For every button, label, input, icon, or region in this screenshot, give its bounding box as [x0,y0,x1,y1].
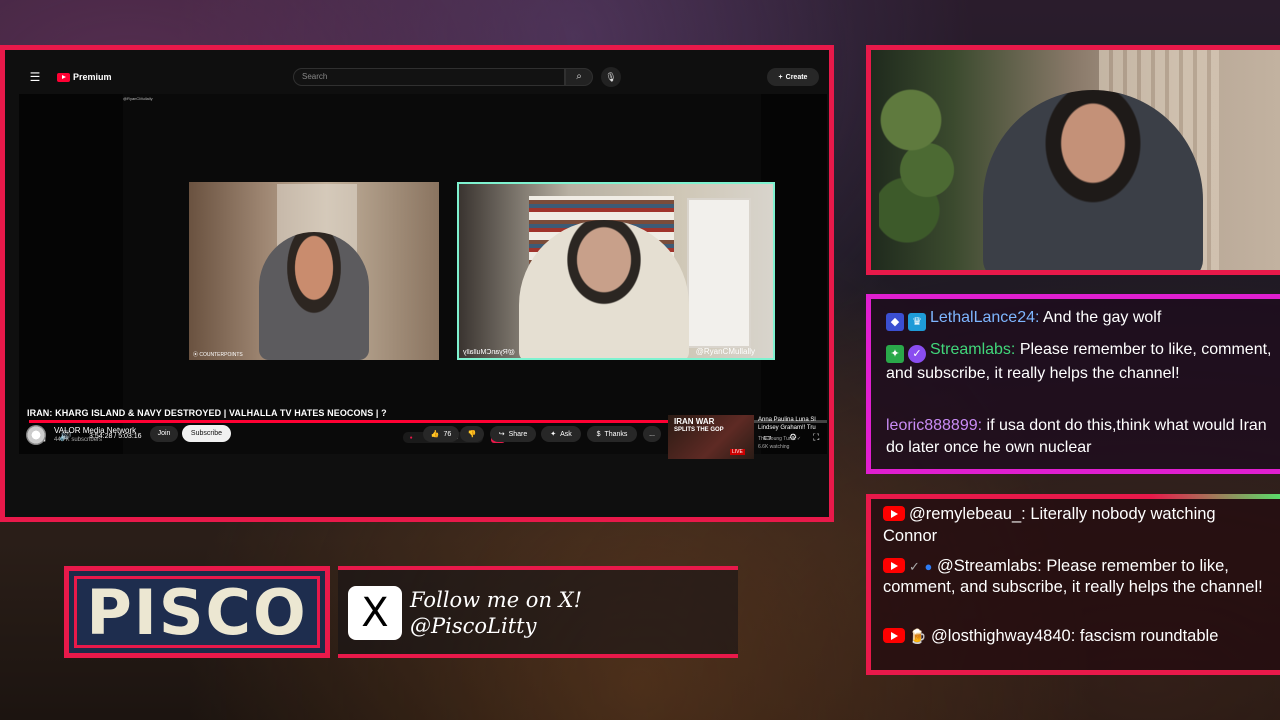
youtube-logo[interactable]: Premium [57,72,112,82]
subscriber-count: 44.7K subscribers [54,437,103,443]
checkmark-icon: ✓ [909,559,920,574]
nameplate-inner: PISCO [74,575,320,649]
chat-username: Streamlabs: [930,341,1016,358]
youtube-play-icon [57,72,70,82]
more-icon: ... [649,430,655,438]
microphone-icon[interactable]: 🎙 [601,67,621,87]
recommended-watching: 6.6K watching [758,444,790,450]
search-input[interactable]: Search [293,68,565,86]
plant [879,60,959,260]
share-button[interactable]: ↪ Share [490,426,536,442]
chat-username: leoric888899: [886,417,983,434]
recommended-title[interactable]: Anna Paulina Luna Sl Lindsey Graham!! Tr… [758,416,828,432]
recommended-channel: The Young Turks ✓ [758,436,802,442]
chat-message: 🍺 @losthighway4840: fascism roundtable [883,625,1273,647]
like-count: 76 [443,430,452,438]
chat-text: fascism roundtable [1079,627,1219,645]
more-actions-button[interactable]: ... [643,426,661,442]
create-button[interactable]: + Create [767,68,819,86]
recommended-title-line1: Anna Paulina Luna Sl [758,417,816,423]
ask-label: Ask [560,430,572,438]
thanks-label: Thanks [604,430,628,438]
thumbs-up-icon: 👍 [430,431,440,438]
verified-badge-icon: ✓ [908,345,926,363]
channel-name[interactable]: VALOR Media Network [54,426,136,435]
chat-message: @remylebeau_: Literally nobody watching … [883,503,1273,547]
channel-avatar[interactable] [26,425,46,445]
door [687,198,751,348]
sword-badge-icon: ✦ [886,345,904,363]
recommended-thumbnail[interactable]: IRAN WAR SPLITS THE GOP LIVE [668,415,754,459]
thumbnail-text: IRAN WAR SPLITS THE GOP [674,417,724,435]
dislike-button[interactable]: 👎 [460,426,484,442]
youtube-top-bar: ☰ Premium Search ⌕ 🎙 + Create [19,60,827,94]
thumbs-down-icon: 👎 [467,431,477,438]
social-handle: @PiscoLitty [410,614,537,638]
youtube-icon [883,558,905,573]
chat-message: ✓ ● @Streamlabs: Please remember to like… [883,556,1273,598]
streamer-nameplate: PISCO [64,566,330,658]
crown-badge-icon: ♛ [908,313,926,331]
chat-text: And the gay wolf [1043,309,1162,326]
emote-icon: 🍺 [909,628,927,644]
record-dot-icon: ● [409,434,413,441]
thumbnail-text-line1: IRAN WAR [674,417,715,426]
search-icon[interactable]: ⌕ [565,68,593,86]
plus-icon: + [778,73,783,81]
chat-username: @losthighway4840: [931,627,1076,645]
guest-camera-right: @RyanCMullally @RyanCMullally [457,182,775,360]
cam-right-mirror-caption: @RyanCMullally [463,349,515,356]
chat-username: @remylebeau_: [909,505,1026,523]
chat-message: leoric888899: if usa dont do this,think … [886,415,1276,459]
cam-right-caption: @RyanCMullally [695,347,755,356]
follow-text: Follow me on X! [410,588,583,612]
thanks-icon: $ [596,430,601,438]
blue-dot-icon: ● [924,559,933,574]
youtube-icon [883,628,905,643]
join-button[interactable]: Join [150,426,178,442]
subscribe-button[interactable]: Subscribe [182,425,231,442]
chat-message: ◆ ♛ LethalLance24: And the gay wolf [886,307,1276,331]
video-title: IRAN: KHARG ISLAND & NAVY DESTROYED | VA… [27,408,387,418]
guest-left [259,232,369,360]
streamer-webcam [866,45,1280,275]
chat-message: ✦ ✓ Streamlabs: Please remember to like, c… [886,339,1276,385]
social-follow-bar: X Follow me on X! @PiscoLitty [338,566,738,658]
recommended-meta: The Young Turks ✓ 6.6K watching [758,435,801,451]
guest-camera-left: ⦿ COUNTERPOINTS [189,182,439,360]
recommended-title-line2: Lindsey Graham!! Tru [758,425,816,431]
streamer-name: PISCO [86,575,308,649]
wolf-badge-icon: ◆ [886,313,904,331]
chat-box-top: ◆ ♛ LethalLance24: And the gay wolf ✦ ✓ Stre… [866,294,1280,474]
like-button[interactable]: 👍 76 [423,426,459,442]
youtube-icon [883,506,905,521]
share-label: Share [508,430,528,438]
chat-box-bottom: @remylebeau_: Literally nobody watching … [866,494,1280,675]
thanks-button[interactable]: $ Thanks [587,426,637,442]
thumbnail-text-line2: SPLITS THE GOP [674,427,724,433]
create-label: Create [785,73,808,81]
ask-button[interactable]: ✦ Ask [541,426,581,442]
share-icon: ↪ [498,431,505,438]
live-badge: LIVE [730,449,745,455]
chat-username: LethalLance24: [930,309,1040,326]
cam-left-caption: ⦿ COUNTERPOINTS [193,352,243,358]
chat-username: @Streamlabs: [936,557,1042,575]
youtube-logo-text: Premium [73,72,112,82]
menu-icon[interactable]: ☰ [19,70,51,84]
video-overlay-tag: @RyanCMullally [123,96,153,101]
sparkle-icon: ✦ [550,431,557,438]
progress-fill [29,420,684,423]
video-player[interactable]: @RyanCMullally ⦿ COUNTERPOINTS @RyanCMul… [19,94,827,454]
x-logo-icon: X [348,586,402,640]
video-frame: @RyanCMullally ⦿ COUNTERPOINTS @RyanCMul… [123,94,775,454]
